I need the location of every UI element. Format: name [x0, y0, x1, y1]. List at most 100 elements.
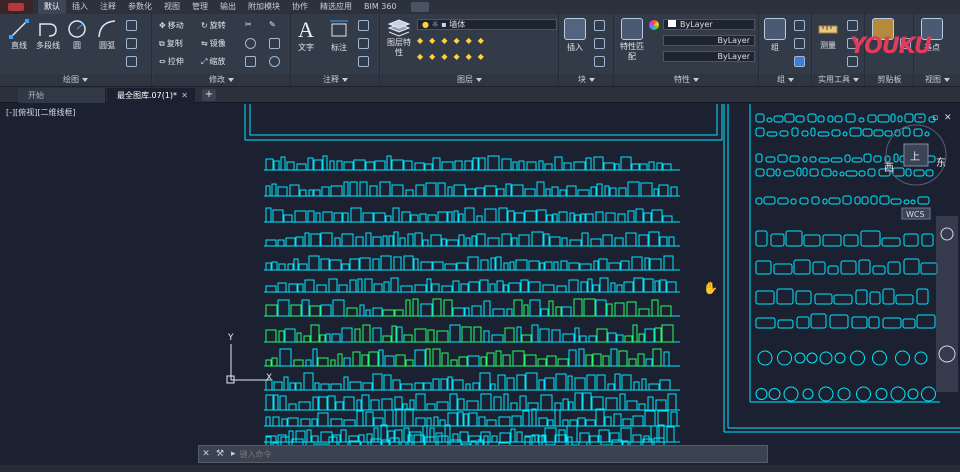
create-block-button[interactable] — [594, 20, 605, 31]
navigation-bar[interactable] — [936, 216, 958, 392]
tab-manage[interactable]: 管理 — [186, 0, 214, 14]
panel-layers-title[interactable]: 图层 — [381, 74, 558, 86]
layer-isolate-icon[interactable]: ◆ — [417, 52, 423, 61]
layer-properties-button[interactable]: 图层特性 — [385, 18, 413, 58]
tab-output[interactable]: 输出 — [214, 0, 242, 14]
match-properties-button[interactable]: 特性匹配 — [619, 18, 645, 62]
edit-block-button[interactable] — [594, 38, 605, 49]
panel-block-title[interactable]: 块 — [560, 74, 613, 86]
cad-block — [528, 260, 540, 271]
cad-block — [446, 239, 459, 247]
viewport-minimize-icon[interactable]: – — [918, 113, 923, 123]
panel-groups-title[interactable]: 组 — [760, 74, 811, 86]
viewport-controls-label[interactable]: [-][俯视][二维线框] — [6, 107, 76, 118]
panel-clipboard-title[interactable]: 剪贴板 — [866, 74, 913, 86]
circle-button[interactable]: 圆 — [66, 18, 88, 51]
cad-block — [777, 350, 792, 366]
tab-start[interactable]: 开始 — [18, 88, 106, 103]
layer-off-icon[interactable]: ◆ — [429, 36, 435, 45]
panel-view-title[interactable]: 视图 — [915, 74, 960, 86]
table-button[interactable] — [358, 38, 369, 49]
group-edit-button[interactable] — [794, 38, 805, 49]
linetype-dropdown[interactable]: ByLayer — [663, 35, 755, 46]
lineweight-dropdown[interactable]: ByLayer — [663, 51, 755, 62]
ungroup-button[interactable] — [794, 20, 805, 31]
layer-thaw-icon[interactable]: ◆ — [453, 36, 459, 45]
explode-button[interactable] — [269, 38, 280, 49]
scale-button[interactable]: ⤢ 缩放 — [201, 56, 225, 67]
layer-dropdown[interactable]: ● ☼ ▪ 墙体 — [417, 19, 557, 30]
layer-current-icon[interactable]: ◆ — [466, 52, 472, 61]
trim-button[interactable]: ✂ — [245, 20, 252, 29]
group-button[interactable]: 组 — [764, 18, 786, 53]
cad-block — [585, 213, 594, 223]
group-select-button[interactable] — [794, 56, 805, 67]
tab-collaborate[interactable]: 协作 — [286, 0, 314, 14]
cad-block — [342, 212, 349, 223]
close-icon[interactable]: ✕ — [199, 449, 213, 459]
tab-default[interactable]: 默认 — [38, 0, 66, 14]
line-button[interactable]: 直线 — [8, 18, 30, 51]
layer-lock-icon[interactable]: ◆ — [466, 36, 472, 45]
gradient-tool[interactable] — [126, 56, 137, 67]
hatch-tool[interactable] — [126, 38, 137, 49]
polyline-button[interactable]: 多段线 — [36, 18, 60, 51]
edit-attributes-button[interactable] — [594, 56, 605, 67]
tab-drawing[interactable]: 最全图库.07(1)* ✕ — [107, 88, 195, 103]
panel-draw-title[interactable]: 绘图 — [0, 74, 151, 86]
array-button[interactable] — [245, 56, 256, 67]
tab-view[interactable]: 视图 — [158, 0, 186, 14]
layer-on-icon[interactable]: ◆ — [417, 36, 423, 45]
panel-annotation-title[interactable]: 注释 — [292, 74, 379, 86]
dimension-button[interactable]: 标注 — [328, 18, 350, 53]
tab-insert[interactable]: 插入 — [66, 0, 94, 14]
tab-bim360[interactable]: BIM 360 — [358, 0, 403, 14]
panel-groups-title-text: 组 — [777, 75, 785, 84]
fillet-button[interactable] — [245, 38, 256, 49]
rectangle-tool[interactable] — [126, 20, 137, 31]
offset-button[interactable] — [269, 56, 280, 67]
viewport-close-icon[interactable]: ✕ — [944, 113, 952, 123]
quick-select-button[interactable] — [847, 20, 858, 31]
tab-addins[interactable]: 附加模块 — [242, 0, 286, 14]
markup-button[interactable] — [358, 56, 369, 67]
leader-button[interactable] — [358, 20, 369, 31]
panel-modify-title[interactable]: 修改 — [153, 74, 290, 86]
cad-block — [591, 396, 604, 411]
color-dropdown[interactable]: ByLayer — [663, 19, 755, 30]
layer-unlock-icon[interactable]: ◆ — [478, 36, 484, 45]
layer-freeze-icon[interactable]: ◆ — [441, 36, 447, 45]
command-input[interactable] — [239, 447, 767, 461]
cad-block — [365, 411, 374, 427]
tab-annotate[interactable]: 注释 — [94, 0, 122, 14]
rotate-button[interactable]: ↻ 旋转 — [201, 20, 226, 31]
copy-button[interactable]: ⧉ 复制 — [159, 38, 183, 49]
drawing-canvas[interactable]: [-][俯视][二维线框] Y X ✋ 上 西 东 WCS – ▫ ✕ — [0, 104, 960, 472]
panel-properties-title[interactable]: 特性 — [615, 74, 758, 86]
erase-button[interactable]: ✎ — [269, 20, 276, 29]
measure-button[interactable]: 测量 — [817, 18, 839, 51]
layer-match-icon[interactable]: ◆ — [441, 52, 447, 61]
arc-button[interactable]: 圆弧 — [96, 18, 118, 51]
close-icon[interactable]: ✕ — [181, 88, 188, 103]
cad-block — [273, 160, 280, 171]
insert-block-button[interactable]: 插入 — [564, 18, 586, 53]
stretch-button[interactable]: ⇔ 拉伸 — [159, 56, 184, 67]
new-tab-button[interactable]: + — [202, 89, 216, 101]
tab-featured-apps[interactable]: 精选应用 — [314, 0, 358, 14]
layer-walk-icon[interactable]: ◆ — [478, 52, 484, 61]
cad-block — [359, 257, 371, 271]
mirror-button[interactable]: ⇋ 镜像 — [201, 38, 226, 49]
layer-previous-icon[interactable]: ◆ — [453, 52, 459, 61]
move-button[interactable]: ✥ 移动 — [159, 20, 184, 31]
viewport-restore-icon[interactable]: ▫ — [932, 113, 938, 123]
tab-parametric[interactable]: 参数化 — [122, 0, 158, 14]
application-menu-button[interactable] — [0, 0, 34, 14]
color-wheel-icon[interactable] — [649, 20, 659, 30]
text-button[interactable]: A 文字 — [298, 18, 314, 53]
ribbon-minimize-toggle[interactable] — [410, 2, 429, 12]
wrench-icon[interactable]: ⚒ — [213, 449, 227, 459]
cad-block — [422, 239, 429, 247]
layer-unisolate-icon[interactable]: ◆ — [429, 52, 435, 61]
panel-utilities-title[interactable]: 实用工具 — [813, 74, 864, 86]
